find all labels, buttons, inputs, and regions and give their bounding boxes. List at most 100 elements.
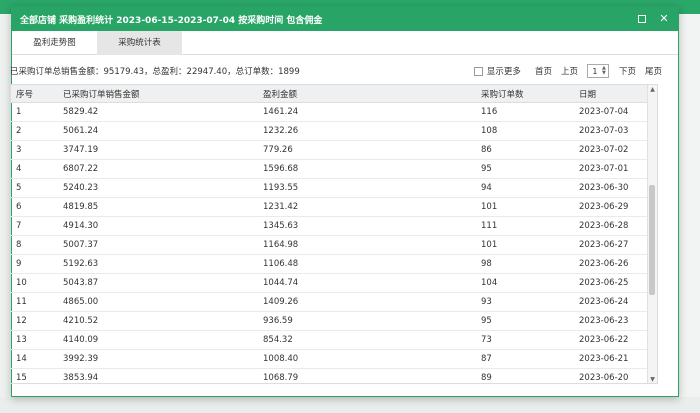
cell-index: 5 [16, 183, 22, 193]
scroll-thumb[interactable] [649, 185, 655, 295]
cell-profit: 1164.98 [263, 240, 299, 250]
col-header-profit: 盈利金额 [263, 89, 298, 100]
cell-index: 2 [16, 126, 22, 136]
table-row[interactable]: 9 5192.63 1106.48 98 2023-06-26 [11, 255, 657, 274]
cell-sales: 6807.22 [63, 164, 99, 174]
cell-date: 2023-07-04 [579, 107, 629, 117]
table-row[interactable]: 8 5007.37 1164.98 101 2023-06-27 [11, 236, 657, 255]
cell-orders: 89 [481, 373, 492, 383]
maximize-icon[interactable] [636, 13, 648, 25]
cell-orders: 101 [481, 202, 498, 212]
table-row[interactable]: 14 3992.39 1008.40 87 2023-06-21 [11, 350, 657, 369]
cell-index: 6 [16, 202, 22, 212]
cell-sales: 4140.09 [63, 335, 99, 345]
cell-index: 4 [16, 164, 22, 174]
cell-date: 2023-06-27 [579, 240, 629, 250]
show-more-checkbox[interactable] [473, 66, 483, 76]
cell-profit: 779.26 [263, 145, 293, 155]
tab-profit-trend[interactable]: 盈利走势图 [12, 31, 97, 55]
cell-date: 2023-07-03 [579, 126, 629, 136]
table-scrollbar[interactable]: ▲ ▼ [647, 85, 657, 383]
cell-orders: 87 [481, 354, 492, 364]
cell-sales: 3992.39 [63, 354, 99, 364]
scroll-down-icon[interactable]: ▼ [648, 375, 657, 383]
first-page-button[interactable]: 首页 [535, 65, 552, 77]
cell-sales: 3853.94 [63, 373, 99, 383]
cell-date: 2023-06-30 [579, 183, 629, 193]
cell-index: 11 [16, 297, 27, 307]
prev-page-button[interactable]: 上页 [561, 65, 578, 77]
cell-index: 10 [16, 278, 27, 288]
table-row[interactable]: 11 4865.00 1409.26 93 2023-06-24 [11, 293, 657, 312]
cell-sales: 4914.30 [63, 221, 99, 231]
dialog-title: 全部店铺 采购盈利统计 2023-06-15-2023-07-04 按采购时间 … [20, 15, 323, 26]
cell-date: 2023-07-02 [579, 145, 629, 155]
cell-sales: 5043.87 [63, 278, 99, 288]
cell-date: 2023-06-21 [579, 354, 629, 364]
cell-date: 2023-06-26 [579, 259, 629, 269]
dialog-header: 全部店铺 采购盈利统计 2023-06-15-2023-07-04 按采购时间 … [12, 7, 678, 31]
cell-index: 9 [16, 259, 22, 269]
cell-index: 3 [16, 145, 22, 155]
table-row[interactable]: 10 5043.87 1044.74 104 2023-06-25 [11, 274, 657, 293]
table-row[interactable]: 6 4819.85 1231.42 101 2023-06-29 [11, 198, 657, 217]
next-page-button[interactable]: 下页 [619, 65, 636, 77]
cell-profit: 1044.74 [263, 278, 299, 288]
cell-orders: 101 [481, 240, 498, 250]
last-page-button[interactable]: 尾页 [645, 65, 662, 77]
cell-index: 14 [16, 354, 27, 364]
background-app-footer [0, 397, 700, 413]
cell-orders: 108 [481, 126, 498, 136]
cell-orders: 73 [481, 335, 492, 345]
table-row[interactable]: 5 5240.23 1193.55 94 2023-06-30 [11, 179, 657, 198]
tab-purchase-table[interactable]: 采购统计表 [97, 31, 182, 55]
table-row[interactable]: 13 4140.09 854.32 73 2023-06-22 [11, 331, 657, 350]
col-header-orders: 采购订单数 [481, 89, 524, 100]
cell-sales: 4819.85 [63, 202, 99, 212]
cell-orders: 104 [481, 278, 498, 288]
cell-date: 2023-06-23 [579, 316, 629, 326]
scroll-up-icon[interactable]: ▲ [648, 85, 657, 95]
table-row[interactable]: 15 3853.94 1068.79 89 2023-06-20 [11, 369, 657, 383]
table-body: 1 5829.42 1461.24 116 2023-07-04 2 5061.24 1232… [11, 103, 657, 383]
cell-profit: 1345.63 [263, 221, 299, 231]
page-spinner-icon[interactable]: ▲ ▼ [601, 66, 607, 77]
cell-orders: 95 [481, 164, 492, 174]
summary-text: 已采购订单总销售金额：95179.43，总盈利：22947.40，总订单数：18… [10, 67, 300, 77]
cell-sales: 4210.52 [63, 316, 99, 326]
cell-sales: 4865.00 [63, 297, 99, 307]
cell-profit: 1193.55 [263, 183, 299, 193]
cell-profit: 1409.26 [263, 297, 299, 307]
page-number-input[interactable]: 1 ▲ ▼ [586, 64, 609, 78]
cell-orders: 111 [481, 221, 498, 231]
col-header-date: 日期 [579, 89, 597, 100]
cell-orders: 95 [481, 316, 492, 326]
table-row[interactable]: 3 3747.19 779.26 86 2023-07-02 [11, 141, 657, 160]
cell-orders: 93 [481, 297, 492, 307]
cell-orders: 98 [481, 259, 492, 269]
cell-sales: 3747.19 [63, 145, 99, 155]
cell-index: 15 [16, 373, 27, 383]
cell-profit: 1232.26 [263, 126, 299, 136]
cell-index: 13 [16, 335, 27, 345]
cell-orders: 86 [481, 145, 492, 155]
table-row[interactable]: 4 6807.22 1596.68 95 2023-07-01 [11, 160, 657, 179]
table-header: 序号 已采购订单销售金额 盈利金额 采购订单数 日期 [11, 85, 657, 103]
cell-sales: 5061.24 [63, 126, 99, 136]
cell-date: 2023-06-25 [579, 278, 629, 288]
cell-profit: 1231.42 [263, 202, 299, 212]
show-more-label: 显示更多 [486, 67, 521, 77]
table-row[interactable]: 12 4210.52 936.59 95 2023-06-23 [11, 312, 657, 331]
table-row[interactable]: 1 5829.42 1461.24 116 2023-07-04 [11, 103, 657, 122]
cell-index: 1 [16, 107, 22, 117]
col-header-sales: 已采购订单销售金额 [63, 89, 140, 100]
cell-profit: 1068.79 [263, 373, 299, 383]
col-header-index: 序号 [16, 89, 34, 100]
pager: 显示更多 首页 上页 1 ▲ ▼ 下页 尾页 [473, 64, 662, 78]
close-icon[interactable]: ✕ [658, 13, 670, 25]
cell-index: 7 [16, 221, 22, 231]
cell-orders: 94 [481, 183, 492, 193]
table-row[interactable]: 2 5061.24 1232.26 108 2023-07-03 [11, 122, 657, 141]
cell-profit: 1596.68 [263, 164, 299, 174]
table-row[interactable]: 7 4914.30 1345.63 111 2023-06-28 [11, 217, 657, 236]
